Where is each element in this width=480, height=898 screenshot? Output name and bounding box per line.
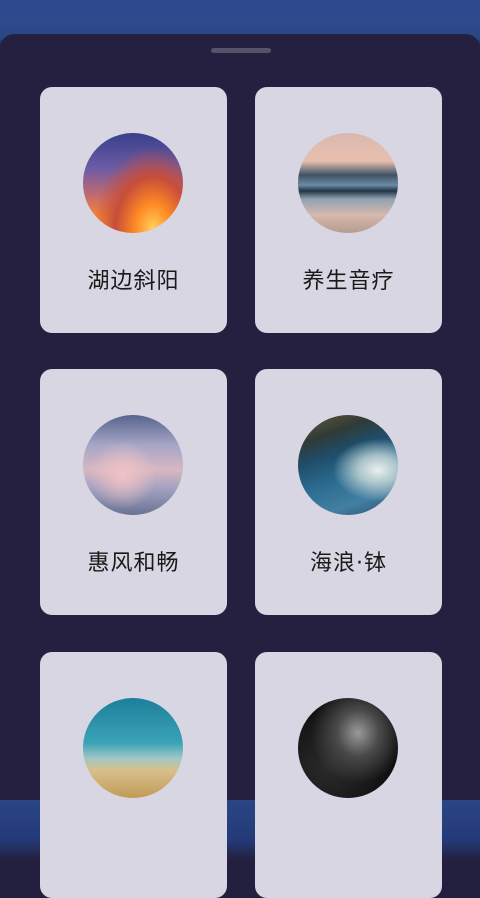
card-label: 海浪·钵 xyxy=(310,551,387,576)
waves-thumbnail xyxy=(298,415,398,515)
sound-card-healing[interactable]: 养生音疗 xyxy=(255,87,442,333)
sea-thumbnail xyxy=(298,133,398,233)
sheet-drag-handle[interactable] xyxy=(211,48,271,53)
grass-thumbnail xyxy=(83,698,183,798)
sound-card-galaxy[interactable] xyxy=(255,652,442,898)
sunset-thumbnail xyxy=(83,133,183,233)
clouds-thumbnail xyxy=(83,415,183,515)
galaxy-thumbnail xyxy=(298,698,398,798)
card-label: 惠风和畅 xyxy=(87,551,180,576)
sound-card-waves[interactable]: 海浪·钵 xyxy=(255,369,442,615)
card-label: 养生音疗 xyxy=(302,269,395,294)
sound-card-breeze[interactable]: 惠风和畅 xyxy=(40,369,227,615)
sound-card-sunset[interactable]: 湖边斜阳 xyxy=(40,87,227,333)
card-label: 湖边斜阳 xyxy=(87,269,180,294)
sound-card-grass[interactable] xyxy=(40,652,227,898)
